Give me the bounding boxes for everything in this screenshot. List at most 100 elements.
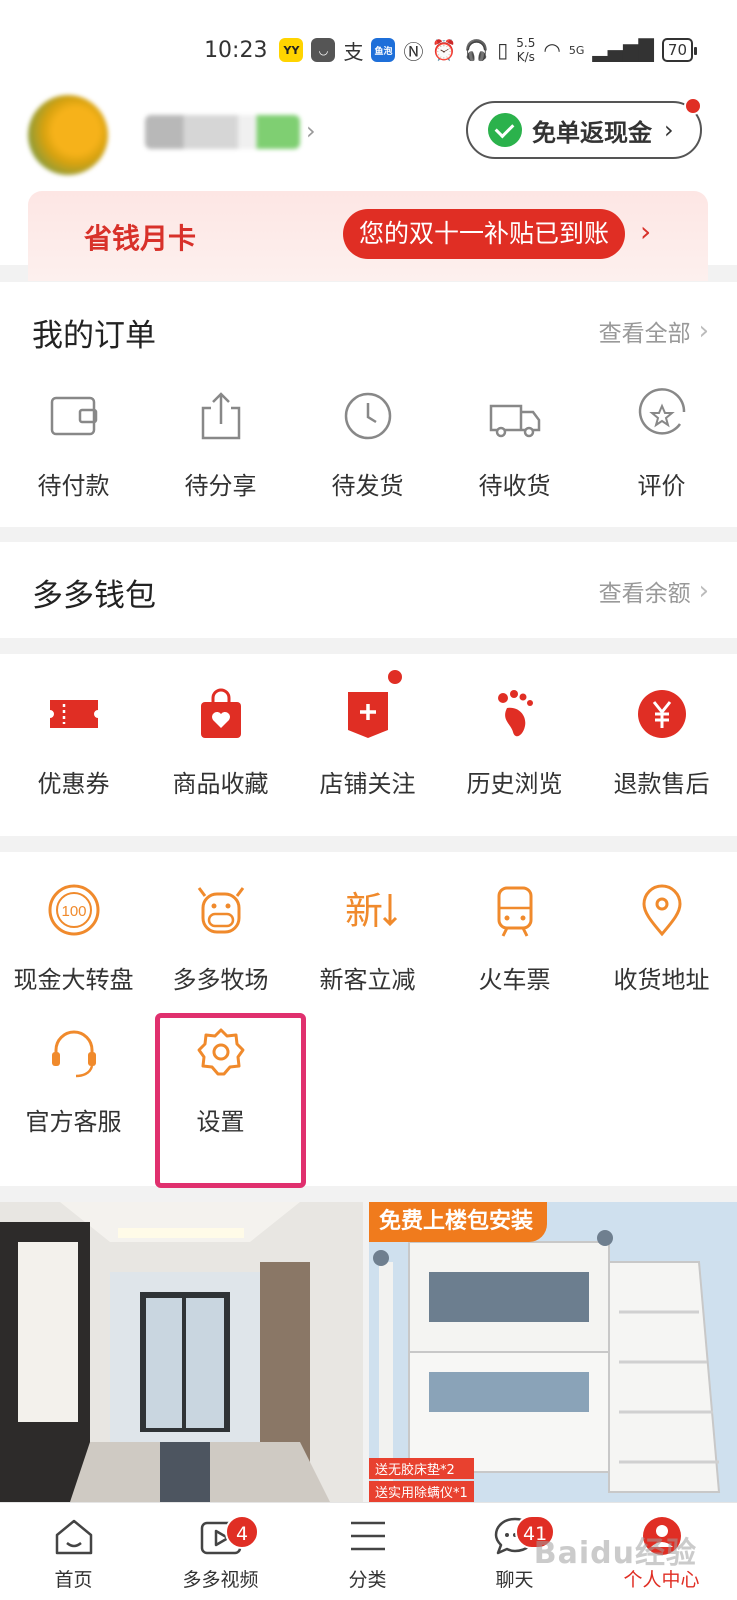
free-installation-banner: 免费上楼包安装: [369, 1202, 548, 1242]
bag-app-icon: ◡: [311, 38, 336, 62]
coupon-icon: [49, 700, 98, 728]
chevron-right-icon: ›: [698, 316, 709, 346]
net-speed: 5.5 K/s: [516, 36, 535, 64]
favorites-bag-icon: [200, 688, 241, 738]
feature-refund[interactable]: 退款售后: [588, 684, 735, 799]
refund-yen-icon: [637, 690, 686, 738]
feature-history[interactable]: 历史浏览: [441, 684, 588, 799]
service-duoduo-ranch[interactable]: 多多牧场: [147, 880, 294, 995]
order-label: 待收货: [478, 472, 551, 500]
feature-label: 历史浏览: [466, 770, 563, 798]
feature-label: 商品收藏: [172, 770, 269, 798]
order-pending-receipt[interactable]: 待收货: [441, 386, 588, 501]
status-time: 10:23: [204, 37, 268, 63]
chevron-right-icon: ›: [698, 576, 709, 606]
feature-store-follow[interactable]: 店铺关注: [294, 668, 441, 799]
order-pending-shipment[interactable]: 待发货: [294, 386, 441, 501]
bedroom-product-image: [0, 1202, 363, 1502]
tab-categories[interactable]: 分类: [294, 1503, 441, 1600]
wallet-title: 多多钱包: [32, 578, 156, 614]
profile-header: › 免单返现金 › 省钱月卡 您的双十一补贴已到账 ›: [0, 95, 737, 281]
video-badge: 4: [225, 1515, 259, 1549]
service-cash-wheel[interactable]: 100 现金大转盘: [0, 880, 147, 995]
feature-coupons[interactable]: 优惠券: [0, 684, 147, 799]
service-label: 多多牧场: [172, 966, 269, 994]
savings-month-card[interactable]: 省钱月卡 您的双十一补贴已到账 ›: [28, 191, 708, 281]
star-review-icon: [638, 388, 685, 435]
share-icon: [201, 392, 240, 440]
service-shipping-address[interactable]: 收货地址: [588, 880, 735, 995]
notification-dot: [386, 668, 404, 686]
cashback-label: 免单返现金: [532, 118, 652, 147]
avatar[interactable]: [28, 95, 108, 175]
feature-label: 店铺关注: [319, 770, 416, 798]
net-speed-value: 5.5: [516, 36, 536, 50]
footprint-icon: [497, 690, 533, 737]
order-label: 待发货: [331, 472, 404, 500]
home-icon: [55, 1519, 92, 1555]
tab-label: 分类: [348, 1569, 387, 1591]
service-label: 收货地址: [613, 966, 710, 994]
view-all-label: 查看全部: [598, 321, 691, 347]
product-card-bunk-bed[interactable]: 免费上楼包安装 送无胶床垫*2 送实用除螨仪*1: [369, 1202, 737, 1502]
product-feed: 免费上楼包安装 送无胶床垫*2 送实用除螨仪*1: [0, 1202, 737, 1502]
alarm-icon: ⏰: [431, 38, 457, 62]
services-section: 100 现金大转盘 多多牧场 新 新客立减 火车票 收货地址 官方客服 设置: [0, 852, 737, 1186]
username-blurred[interactable]: [145, 115, 300, 149]
category-icon: [350, 1521, 385, 1551]
net-speed-unit: K/s: [516, 50, 535, 64]
service-customer-support[interactable]: 官方客服: [0, 1022, 147, 1137]
bunk-bed-product-image: [369, 1202, 737, 1502]
subsidy-arrived-pill[interactable]: 您的双十一补贴已到账: [343, 209, 626, 259]
service-new-customer-discount[interactable]: 新 新客立减: [294, 880, 441, 995]
month-card-title: 省钱月卡: [84, 222, 197, 255]
status-icons: 10:23 YY ◡ 支 鱼泡 Ⓝ ⏰ 🎧 ▯ 5.5 K/s ◠ 5G ▂▄▆…: [204, 34, 698, 66]
tab-label: 多多视频: [182, 1569, 259, 1591]
duoduo-wallet-section[interactable]: 多多钱包 查看余额 ›: [0, 542, 737, 638]
settings-highlight-annotation: [155, 1013, 306, 1188]
wifi-icon: ◠: [543, 38, 561, 62]
profile-chevron-icon[interactable]: ›: [306, 117, 316, 145]
new-discount-icon: 新: [344, 889, 397, 933]
svg-text:100: 100: [61, 903, 86, 920]
clock-icon: [344, 392, 391, 440]
product-card-bedroom-wardrobe[interactable]: [0, 1202, 363, 1502]
tab-home[interactable]: 首页: [0, 1503, 147, 1600]
service-label: 官方客服: [25, 1108, 122, 1136]
order-label: 评价: [637, 472, 686, 500]
yy-app-icon: YY: [279, 38, 304, 62]
order-review[interactable]: 评价: [588, 386, 735, 501]
service-label: 现金大转盘: [13, 966, 134, 994]
service-label: 火车票: [478, 966, 551, 994]
nfc-icon: Ⓝ: [403, 39, 424, 64]
status-bar: 10:23 YY ◡ 支 鱼泡 Ⓝ ⏰ 🎧 ▯ 5.5 K/s ◠ 5G ▂▄▆…: [0, 0, 737, 95]
vibrate-icon: ▯: [497, 38, 509, 62]
order-pending-payment[interactable]: 待付款: [0, 386, 147, 501]
battery-icon: 70: [661, 38, 698, 62]
headphones-icon: 🎧: [464, 38, 490, 62]
feature-favorites[interactable]: 商品收藏: [147, 684, 294, 799]
cow-icon: [197, 887, 244, 934]
tab-duoduo-video[interactable]: 多多视频 4: [147, 1503, 294, 1600]
order-label: 待付款: [37, 472, 110, 500]
baidu-watermark: Baidu经验: [533, 1536, 697, 1571]
feature-label: 退款售后: [613, 770, 710, 798]
service-train-tickets[interactable]: 火车票: [441, 880, 588, 995]
wechat-icon: [488, 113, 522, 147]
view-balance-label: 查看余额: [598, 581, 691, 607]
new-glyph: 新: [344, 889, 382, 933]
location-pin-icon: [641, 884, 682, 937]
wallet-icon: [50, 396, 97, 436]
cash-wheel-icon: 100: [48, 884, 99, 936]
view-balance-link[interactable]: 查看余额 ›: [599, 574, 709, 608]
truck-icon: [489, 404, 540, 438]
order-pending-share[interactable]: 待分享: [147, 386, 294, 501]
chevron-right-icon: ›: [664, 116, 674, 144]
tab-label: 首页: [54, 1569, 93, 1591]
free-order-cashback-button[interactable]: 免单返现金 ›: [466, 97, 702, 159]
features-section: 优惠券 商品收藏 店铺关注 历史浏览 退款售后: [0, 654, 737, 836]
feature-label: 优惠券: [37, 770, 110, 798]
gift-tag: 送实用除螨仪*1: [369, 1481, 474, 1502]
view-all-orders-link[interactable]: 查看全部 ›: [599, 314, 709, 348]
my-orders-title: 我的订单: [32, 318, 156, 354]
